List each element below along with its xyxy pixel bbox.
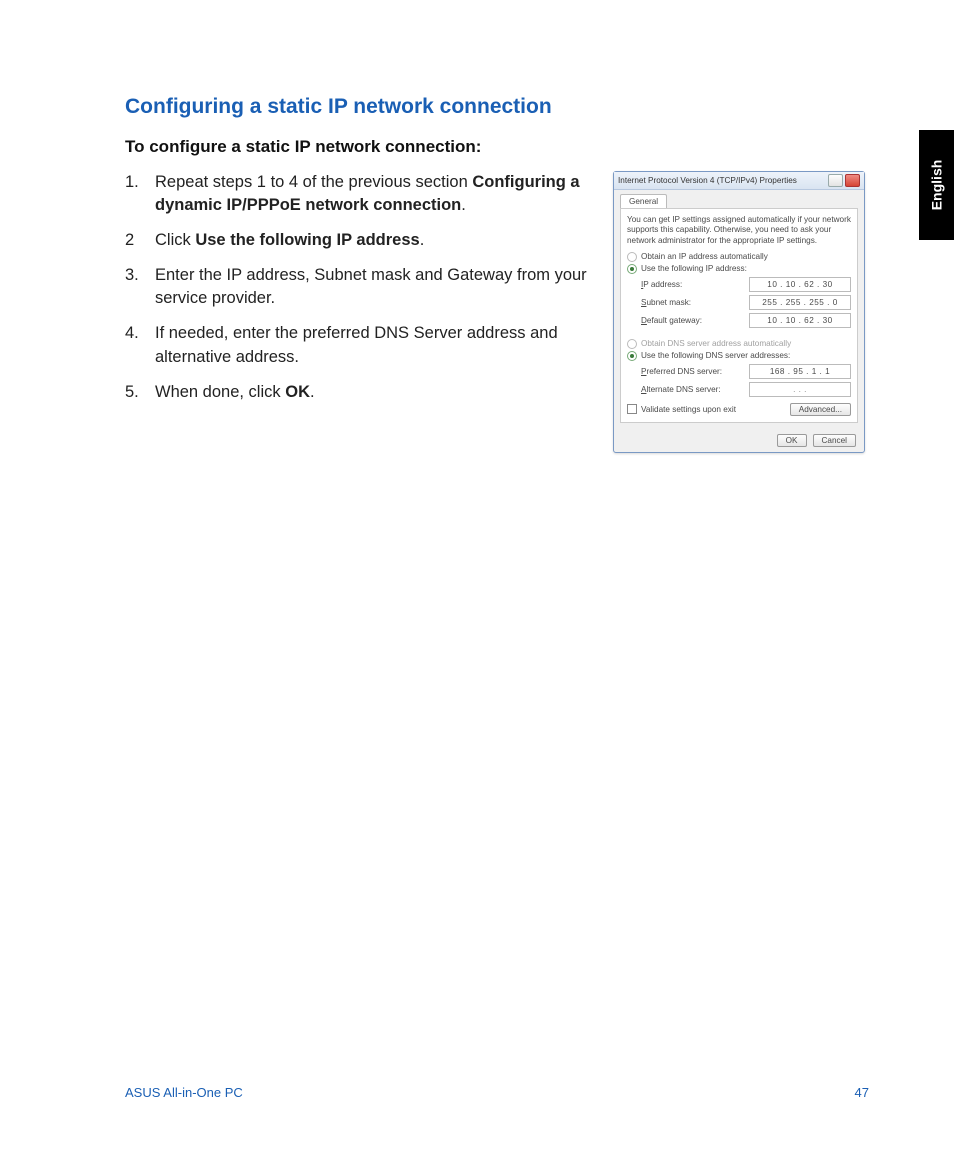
step-2: 2 Click Use the following IP address.: [125, 229, 593, 252]
checkbox-icon: [627, 404, 637, 414]
radio-label: Use the following IP address:: [641, 264, 747, 273]
radio-label: Obtain an IP address automatically: [641, 252, 768, 261]
footer-product: ASUS All-in-One PC: [125, 1085, 243, 1100]
language-tab: English: [919, 130, 954, 240]
radio-icon: [627, 252, 637, 262]
advanced-button[interactable]: Advanced...: [790, 403, 851, 416]
radio-use-dns[interactable]: Use the following DNS server addresses:: [627, 351, 851, 361]
step-text: When done, click: [155, 383, 285, 401]
checkbox-validate[interactable]: Validate settings upon exit: [627, 404, 736, 414]
step-post: .: [310, 383, 315, 401]
step-5: 5. When done, click OK.: [125, 381, 593, 404]
step-bold: OK: [285, 383, 310, 401]
dialog-panel: You can get IP settings assigned automat…: [620, 208, 858, 423]
radio-icon: [627, 264, 637, 274]
help-icon[interactable]: [828, 174, 843, 187]
label-alternate-dns: Alternate DNS server:: [641, 385, 721, 394]
radio-icon: [627, 351, 637, 361]
step-post: .: [420, 231, 425, 249]
ipv4-properties-dialog: Internet Protocol Version 4 (TCP/IPv4) P…: [613, 171, 865, 453]
input-gateway[interactable]: 10 . 10 . 62 . 30: [749, 313, 851, 328]
input-preferred-dns[interactable]: 168 . 95 . 1 . 1: [749, 364, 851, 379]
step-number: 5.: [125, 381, 155, 404]
step-post: .: [461, 196, 466, 214]
footer-page-number: 47: [855, 1085, 869, 1100]
step-number: 2: [125, 229, 155, 252]
step-4: 4. If needed, enter the preferred DNS Se…: [125, 322, 593, 368]
close-icon[interactable]: [845, 174, 860, 187]
section-subtitle: To configure a static IP network connect…: [125, 137, 865, 157]
row-default-gateway: Default gateway: 10 . 10 . 62 . 30: [641, 313, 851, 328]
language-label: English: [929, 160, 945, 211]
radio-use-ip[interactable]: Use the following IP address:: [627, 264, 851, 274]
step-text: Enter the IP address, Subnet mask and Ga…: [155, 266, 587, 307]
radio-obtain-ip[interactable]: Obtain an IP address automatically: [627, 252, 851, 262]
row-subnet-mask: Subnet mask: 255 . 255 . 255 . 0: [641, 295, 851, 310]
section-title: Configuring a static IP network connecti…: [125, 95, 865, 119]
dialog-description: You can get IP settings assigned automat…: [627, 215, 851, 246]
row-ip-address: IP address: 10 . 10 . 62 . 30: [641, 277, 851, 292]
label-preferred-dns: Preferred DNS server:: [641, 367, 722, 376]
page-footer: ASUS All-in-One PC 47: [125, 1085, 869, 1100]
tab-general[interactable]: General: [620, 194, 667, 208]
row-preferred-dns: Preferred DNS server: 168 . 95 . 1 . 1: [641, 364, 851, 379]
label-gateway: Default gateway:: [641, 316, 721, 325]
dialog-title: Internet Protocol Version 4 (TCP/IPv4) P…: [618, 176, 797, 185]
radio-icon: [627, 339, 637, 349]
step-1: 1. Repeat steps 1 to 4 of the previous s…: [125, 171, 593, 217]
step-number: 3.: [125, 264, 155, 310]
step-number: 1.: [125, 171, 155, 217]
row-alternate-dns: Alternate DNS server: . . .: [641, 382, 851, 397]
radio-label: Obtain DNS server address automatically: [641, 339, 791, 348]
step-bold: Use the following IP address: [195, 231, 419, 249]
step-text: Repeat steps 1 to 4 of the previous sect…: [155, 173, 472, 191]
radio-label: Use the following DNS server addresses:: [641, 351, 790, 360]
checkbox-label: Validate settings upon exit: [641, 405, 736, 414]
input-alternate-dns[interactable]: . . .: [749, 382, 851, 397]
cancel-button[interactable]: Cancel: [813, 434, 857, 447]
label-mask: Subnet mask:: [641, 298, 721, 307]
dialog-titlebar: Internet Protocol Version 4 (TCP/IPv4) P…: [614, 172, 864, 190]
steps-list: 1. Repeat steps 1 to 4 of the previous s…: [125, 171, 593, 404]
step-3: 3. Enter the IP address, Subnet mask and…: [125, 264, 593, 310]
input-mask[interactable]: 255 . 255 . 255 . 0: [749, 295, 851, 310]
step-text: Click: [155, 231, 195, 249]
radio-obtain-dns: Obtain DNS server address automatically: [627, 339, 851, 349]
ok-button[interactable]: OK: [777, 434, 807, 447]
step-number: 4.: [125, 322, 155, 368]
input-ip[interactable]: 10 . 10 . 62 . 30: [749, 277, 851, 292]
label-ip: IP address:: [641, 280, 721, 289]
step-text: If needed, enter the preferred DNS Serve…: [155, 324, 558, 365]
